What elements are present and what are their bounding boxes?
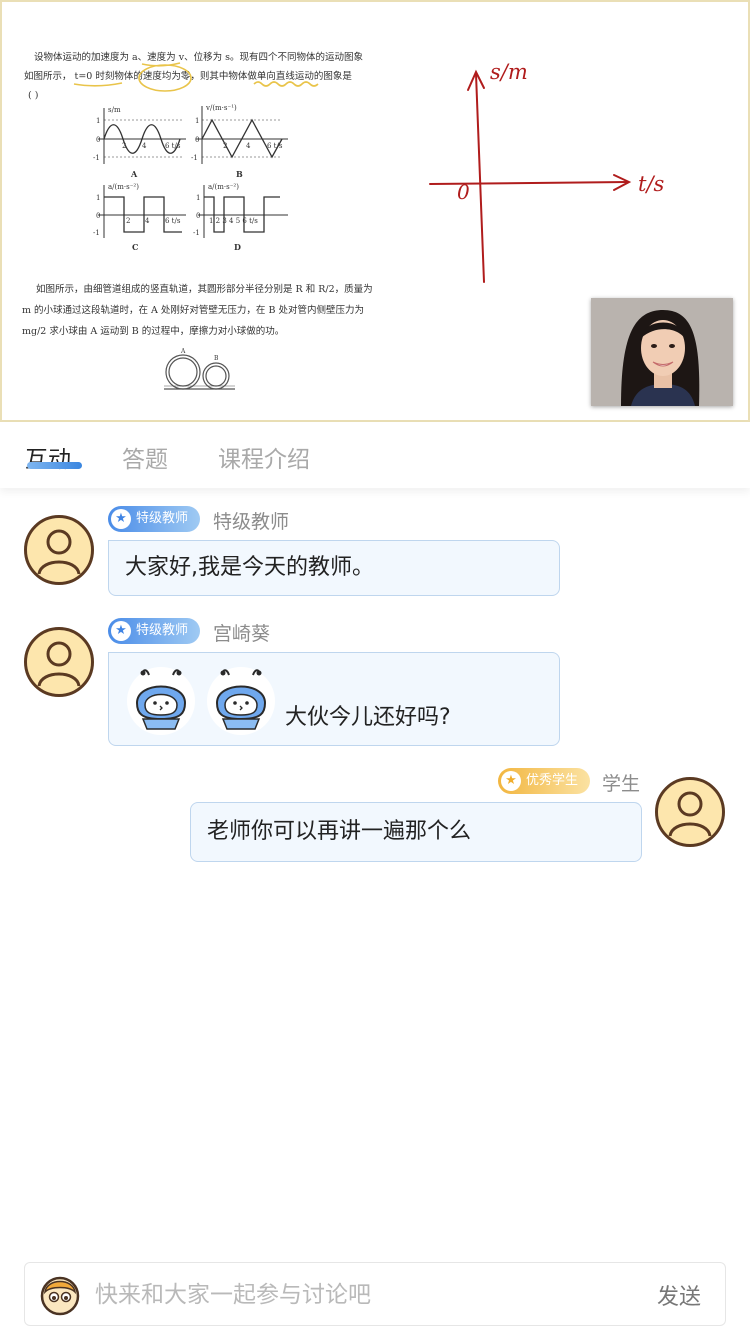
svg-text:1 2 3 4 5 6 t/s: 1 2 3 4 5 6 t/s — [209, 217, 258, 225]
graph-a — [98, 108, 186, 164]
svg-text:-1: -1 — [191, 154, 198, 162]
star-icon: ★ — [111, 509, 131, 529]
tab-bar: 互动 答题 课程介绍 — [0, 422, 750, 488]
svg-text:0: 0 — [196, 212, 200, 220]
svg-text:-1: -1 — [193, 229, 200, 237]
avatar[interactable] — [24, 515, 94, 585]
whiteboard: 设物体运动的加速度为 a、速度为 v、位移为 s。现有四个不同物体的运动图象 如… — [0, 0, 750, 422]
avatar[interactable] — [655, 777, 725, 847]
svg-text:4: 4 — [142, 142, 147, 150]
svg-text:0: 0 — [96, 136, 100, 144]
message-text: 大家好,我是今天的教师。 — [125, 555, 374, 580]
avatar[interactable] — [24, 627, 94, 697]
message-text: 大伙今儿还好吗? — [285, 705, 451, 730]
teacher-portrait — [591, 298, 733, 406]
robot-face-emoji — [127, 667, 195, 735]
message-text: 老师你可以再讲一遍那个么 — [207, 819, 472, 844]
chat-input-bar: 发送 — [24, 1262, 726, 1326]
user-icon — [37, 641, 81, 687]
badge-label: 特级教师 — [136, 511, 189, 526]
user-icon — [37, 529, 81, 575]
svg-text:6 t/s: 6 t/s — [165, 217, 181, 225]
option-d-label: D — [234, 242, 241, 252]
graph-c — [98, 185, 186, 238]
svg-text:1: 1 — [96, 117, 100, 125]
star-icon: ★ — [501, 771, 521, 791]
svg-text:4: 4 — [145, 217, 150, 225]
svg-text:a/(m·s⁻²): a/(m·s⁻²) — [208, 183, 239, 191]
tab-answer[interactable]: 答题 — [122, 440, 168, 474]
badge-label: 特级教师 — [136, 623, 189, 638]
svg-text:-1: -1 — [93, 154, 100, 162]
svg-text:A: A — [180, 348, 186, 355]
discussion-input[interactable] — [95, 1273, 615, 1317]
svg-text:1: 1 — [196, 194, 200, 202]
svg-text:-1: -1 — [93, 229, 100, 237]
message-bubble[interactable]: 大家好,我是今天的教师。 — [108, 540, 560, 596]
handwritten-y-label: s/m — [490, 60, 528, 84]
message-bubble[interactable]: 老师你可以再讲一遍那个么 — [190, 802, 642, 862]
sender-name: 学生 — [602, 773, 641, 795]
handwritten-axes — [429, 69, 632, 283]
highlight-annotations — [73, 62, 319, 92]
message-bubble[interactable]: 大伙今儿还好吗? — [108, 652, 560, 746]
star-icon: ★ — [111, 621, 131, 641]
option-a-label: A — [131, 169, 138, 179]
svg-text:6 t/s: 6 t/s — [267, 142, 283, 150]
sender-name: 特级教师 — [213, 511, 290, 533]
teacher-video-feed[interactable] — [591, 298, 733, 406]
question2-line1: 如图所示，由细管道组成的竖直轨道，其圆形部分半径分别是 R 和 R/2，质量为 — [36, 284, 373, 295]
svg-text:0: 0 — [96, 212, 100, 220]
teacher-badge: ★ 特级教师 — [108, 506, 201, 532]
user-icon — [668, 791, 712, 837]
svg-text:6 t/s: 6 t/s — [165, 142, 181, 150]
svg-text:2: 2 — [223, 142, 227, 150]
graph-d — [198, 185, 288, 238]
svg-text:a/(m·s⁻²): a/(m·s⁻²) — [108, 183, 139, 191]
handwritten-origin: 0 — [457, 180, 470, 204]
svg-text:0: 0 — [195, 136, 199, 144]
tab-course-intro[interactable]: 课程介绍 — [218, 440, 310, 474]
option-b-label: B — [236, 169, 243, 179]
robot-face-emoji — [207, 667, 275, 735]
svg-text:2: 2 — [122, 142, 126, 150]
active-tab-indicator — [27, 462, 82, 469]
handwritten-x-label: t/s — [638, 172, 665, 196]
option-c-label: C — [132, 242, 139, 252]
svg-text:s/m: s/m — [108, 106, 121, 114]
svg-text:1: 1 — [195, 117, 199, 125]
send-button[interactable]: 发送 — [657, 1279, 701, 1311]
badge-label: 优秀学生 — [526, 773, 579, 788]
face-emoji-icon[interactable] — [39, 1274, 81, 1316]
svg-text:4: 4 — [246, 142, 251, 150]
svg-text:B: B — [214, 355, 219, 362]
teacher-badge: ★ 特级教师 — [108, 618, 201, 644]
track-diagram — [164, 354, 235, 390]
question2-line2: m 的小球通过这段轨道时，在 A 处刚好对管壁无压力，在 B 处对管内侧壁压力为 — [22, 305, 364, 316]
svg-text:1: 1 — [96, 194, 100, 202]
question2-line3: mg/2 求小球由 A 运动到 B 的过程中，摩擦力对小球做的功。 — [22, 326, 285, 337]
sender-name: 宫崎葵 — [213, 623, 271, 645]
svg-text:2: 2 — [126, 217, 130, 225]
svg-text:v/(m·s⁻¹): v/(m·s⁻¹) — [205, 104, 237, 112]
graph-b — [196, 106, 288, 164]
student-badge: ★ 优秀学生 — [498, 768, 591, 794]
